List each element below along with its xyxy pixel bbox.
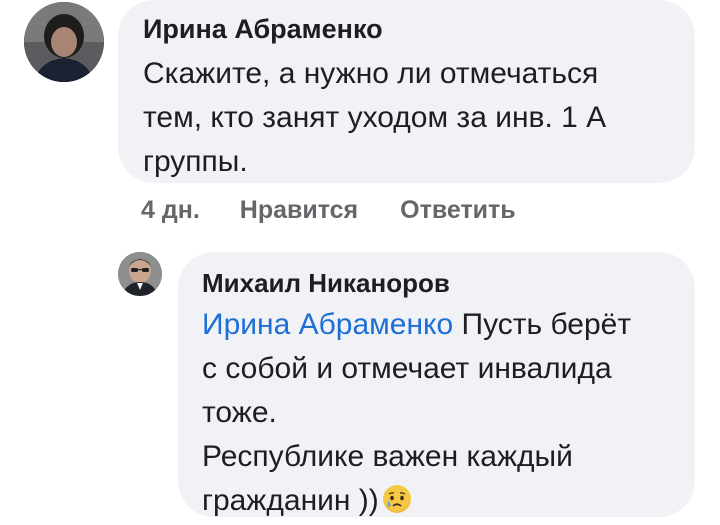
- comment-thread: Ирина Абраменко Скажите, а нужно ли отме…: [0, 0, 720, 525]
- reply-author-name[interactable]: Михаил Никаноров: [202, 268, 450, 299]
- like-button[interactable]: Нравится: [240, 196, 358, 225]
- reply-text-fragment: гражданин )): [202, 484, 379, 517]
- reply-text-fragment: Пусть берёт: [453, 308, 632, 341]
- comment-text-line: группы.: [143, 145, 248, 178]
- comment-text-line: тем, кто занят уходом за инв. 1 А: [143, 101, 607, 134]
- comment-text-line: Скажите, а нужно ли отмечаться: [143, 57, 599, 90]
- reply-text-line: Республике важен каждый: [202, 440, 573, 473]
- comment-actions: 4 дн. Нравится Ответить: [141, 196, 558, 225]
- comment-timestamp[interactable]: 4 дн.: [141, 196, 200, 225]
- avatar[interactable]: [24, 2, 104, 82]
- reply-text: Ирина Абраменко Пусть берёт с собой и от…: [202, 303, 682, 523]
- reply-text-line: Ирина Абраменко Пусть берёт: [202, 303, 682, 347]
- reply-text-line: с собой и отмечает инвалида: [202, 352, 612, 385]
- reply-avatar-photo: [118, 252, 162, 296]
- crying-face-icon: [381, 483, 413, 515]
- reply-text-line: гражданин )): [202, 479, 682, 523]
- avatar-photo: [24, 2, 104, 82]
- reply-text-line: тоже.: [202, 396, 277, 429]
- reply-avatar[interactable]: [118, 252, 162, 296]
- mention-link[interactable]: Ирина Абраменко: [202, 308, 453, 341]
- reply-button[interactable]: Ответить: [400, 196, 516, 225]
- comment-author-name[interactable]: Ирина Абраменко: [143, 14, 383, 45]
- comment-text: Скажите, а нужно ли отмечаться тем, кто …: [143, 52, 688, 184]
